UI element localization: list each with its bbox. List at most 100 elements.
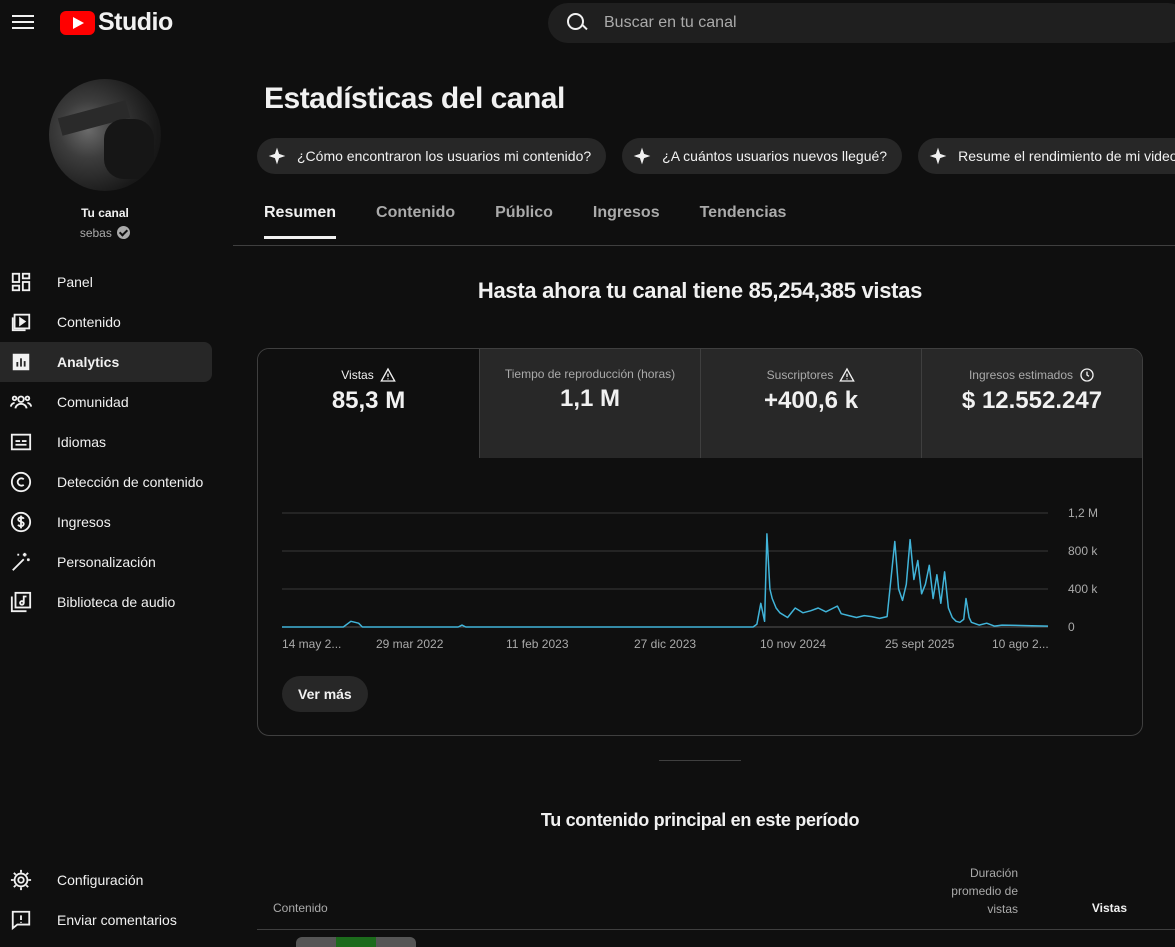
sidebar-item-languages[interactable]: Idiomas (0, 422, 212, 462)
sidebar-item-label: Panel (57, 274, 93, 290)
copyright-icon (10, 471, 32, 493)
sparkle-icon (929, 147, 947, 165)
video-thumbnail[interactable] (296, 937, 416, 947)
table-divider (257, 929, 1175, 930)
x-tick-label: 29 mar 2022 (376, 637, 444, 651)
sidebar-item-customization[interactable]: Personalización (0, 542, 212, 582)
sidebar-item-label: Ingresos (57, 514, 111, 530)
search-bar[interactable] (548, 3, 1175, 43)
studio-logo[interactable]: Studio (60, 8, 173, 37)
metric-value: 1,1 M (559, 385, 621, 412)
metric-subscribers[interactable]: Suscriptores +400,6 k (700, 349, 921, 458)
suggestion-chip[interactable]: ¿Cómo encontraron los usuarios mi conten… (257, 138, 607, 174)
sidebar-item-community[interactable]: Comunidad (0, 382, 212, 422)
community-icon (10, 391, 32, 413)
page-title: Estadísticas del canal (264, 82, 565, 115)
see-more-button[interactable]: Ver más (282, 676, 368, 712)
metric-revenue[interactable]: Ingresos estimados $ 12.552.247 (921, 349, 1142, 458)
avatar[interactable] (49, 79, 161, 191)
search-input[interactable] (604, 14, 1104, 32)
sidebar-item-content[interactable]: Contenido (0, 302, 212, 342)
views-chart[interactable]: 1,2 M 800 k 400 k 0 14 may 2... 29 mar 2022 11… (258, 458, 1143, 658)
y-tick-label: 0 (1068, 620, 1075, 634)
sidebar-item-label: Enviar comentarios (57, 912, 177, 928)
views-series-line[interactable] (282, 533, 1049, 628)
sidebar-item-feedback[interactable]: Enviar comentarios (0, 900, 212, 940)
metric-label: Vistas (341, 368, 374, 382)
suggestion-chip[interactable]: Resume el rendimiento de mi video (918, 138, 1175, 174)
tab-divider (233, 245, 1175, 246)
magic-wand-icon (10, 551, 32, 573)
metric-views[interactable]: Vistas 85,3 M (258, 349, 479, 458)
x-tick-label: 27 dic 2023 (634, 637, 696, 651)
x-tick-label: 10 nov 2024 (760, 637, 826, 651)
feedback-icon (10, 909, 32, 931)
y-tick-label: 1,2 M (1068, 506, 1098, 520)
metric-value: $ 12.552.247 (961, 387, 1103, 414)
warning-icon[interactable] (839, 367, 856, 383)
metric-label-row: Suscriptores (701, 367, 921, 383)
subtitles-icon (10, 431, 32, 453)
column-header-content[interactable]: Contenido (273, 901, 328, 915)
sidebar-item-audio-library[interactable]: Biblioteca de audio (0, 582, 212, 622)
sidebar-item-label: Configuración (57, 872, 144, 888)
column-header-views[interactable]: Vistas (1073, 901, 1127, 915)
sidebar-item-label: Personalización (57, 554, 156, 570)
sidebar-nav: Panel Contenido Analytics Comunidad Idio… (0, 262, 212, 622)
top-bar: Studio (0, 0, 1175, 44)
x-tick-label: 14 may 2... (282, 637, 341, 651)
metric-watch-time[interactable]: Tiempo de reproducción (horas) 1,1 M (479, 349, 700, 458)
youtube-logo-icon (60, 10, 95, 35)
metric-label: Ingresos estimados (968, 368, 1074, 382)
metric-label: Suscriptores (766, 368, 834, 382)
sidebar-item-label: Detección de contenido (57, 474, 204, 490)
analytics-icon (10, 351, 32, 373)
search-icon[interactable] (566, 12, 588, 34)
tab-publico[interactable]: Público (495, 204, 553, 239)
y-tick-label: 400 k (1068, 582, 1098, 596)
suggestion-chip[interactable]: ¿A cuántos usuarios nuevos llegué? (622, 138, 903, 174)
sidebar-item-analytics[interactable]: Analytics (0, 342, 212, 382)
chip-label: Resume el rendimiento de mi video (958, 148, 1175, 164)
sidebar-item-label: Biblioteca de audio (57, 594, 176, 610)
metric-value: +400,6 k (763, 387, 859, 414)
x-tick-label: 25 sept 2025 (885, 637, 955, 651)
warning-icon[interactable] (379, 367, 396, 383)
x-tick-label: 11 feb 2023 (506, 637, 569, 651)
section-separator (659, 760, 741, 761)
metric-label-row: Vistas (258, 367, 479, 383)
sidebar-item-label: Idiomas (57, 434, 107, 450)
sidebar-item-earnings[interactable]: Ingresos (0, 502, 212, 542)
tab-tendencias[interactable]: Tendencias (700, 204, 787, 239)
sidebar: Tu canal sebas Panel Contenido Analytics (0, 44, 220, 944)
sidebar-bottom-nav: Configuración Enviar comentarios (0, 860, 212, 940)
channel-label[interactable]: Tu canal (0, 206, 210, 220)
verified-icon (117, 226, 131, 239)
channel-handle-row: sebas (0, 226, 210, 240)
column-header-duration[interactable]: Duración promedio de vistas (933, 864, 1018, 918)
menu-icon[interactable] (12, 12, 34, 32)
channel-handle: sebas (79, 226, 112, 240)
sparkle-icon (268, 147, 286, 165)
metrics-row: Vistas 85,3 M Tiempo de reproducción (ho… (258, 349, 1142, 458)
dashboard-icon (10, 271, 32, 293)
clock-icon[interactable] (1079, 367, 1095, 383)
y-tick-label: 800 k (1068, 544, 1098, 558)
content-icon (10, 311, 32, 333)
x-tick-label: 10 ago 2... (992, 637, 1049, 651)
audio-library-icon (10, 591, 32, 613)
metric-label-row: Tiempo de reproducción (horas) (480, 367, 700, 381)
tab-resumen[interactable]: Resumen (264, 204, 337, 239)
metric-label-row: Ingresos estimados (922, 367, 1142, 383)
dollar-icon (10, 511, 32, 533)
tab-ingresos[interactable]: Ingresos (593, 204, 660, 239)
metric-value: 85,3 M (331, 387, 406, 414)
sidebar-item-panel[interactable]: Panel (0, 262, 212, 302)
sidebar-item-content-detection[interactable]: Detección de contenido (0, 462, 212, 502)
sidebar-item-settings[interactable]: Configuración (0, 860, 212, 900)
metrics-card: Vistas 85,3 M Tiempo de reproducción (ho… (257, 348, 1143, 736)
metric-label: Tiempo de reproducción (horas) (504, 367, 676, 381)
suggestion-chips: ¿Cómo encontraron los usuarios mi conten… (257, 138, 1175, 174)
tab-contenido[interactable]: Contenido (376, 204, 455, 239)
logo-text: Studio (98, 8, 173, 36)
